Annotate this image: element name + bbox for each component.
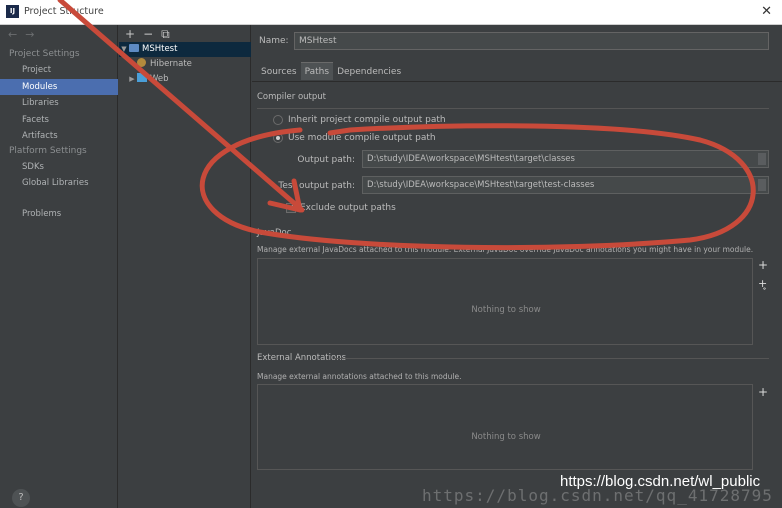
paths-panel: Compiler output Inherit project compile …: [252, 81, 782, 508]
add-icon[interactable]: +: [125, 27, 135, 41]
sidebar-item-libraries[interactable]: Libraries: [0, 95, 118, 111]
back-arrow-icon[interactable]: ←: [8, 28, 17, 41]
collapse-arrow-icon[interactable]: ▶: [127, 72, 137, 87]
tab-paths[interactable]: Paths: [300, 62, 334, 80]
settings-sidebar: ← → Project Settings Project Modules Libr…: [0, 25, 118, 508]
output-path-value: D:\study\IDEA\workspace\MSHtest\target\c…: [367, 154, 575, 164]
sidebar-item-facets[interactable]: Facets: [0, 112, 118, 128]
module-name-field[interactable]: MSHtest: [294, 32, 769, 50]
tree-item-label: MSHtest: [142, 44, 178, 54]
test-output-path-label: Test output path:: [278, 181, 355, 191]
project-settings-header: Project Settings: [9, 49, 80, 59]
exclude-output-checkbox[interactable]: ✓: [286, 203, 296, 213]
editor-tabs: Sources Paths Dependencies: [257, 62, 405, 80]
help-button[interactable]: ?: [12, 489, 30, 507]
platform-settings-header: Platform Settings: [9, 146, 87, 156]
compiler-output-title: Compiler output: [257, 92, 326, 102]
tree-item-module[interactable]: ▼ MSHtest: [119, 42, 251, 57]
module-folder-icon: [129, 44, 139, 52]
external-annotations-empty-text: Nothing to show: [471, 432, 541, 442]
tree-item-label: Hibernate: [150, 59, 192, 69]
tree-item-label: Web: [150, 74, 169, 84]
web-icon: [137, 73, 147, 82]
history-nav: ← →: [8, 28, 42, 41]
sidebar-item-sdks[interactable]: SDKs: [0, 159, 118, 175]
javadoc-empty-text: Nothing to show: [471, 305, 541, 315]
inherit-path-radio[interactable]: [273, 115, 283, 125]
output-path-field[interactable]: D:\study\IDEA\workspace\MSHtest\target\c…: [362, 150, 769, 168]
add-annotation-icon[interactable]: +: [758, 386, 768, 398]
close-icon[interactable]: ✕: [761, 4, 772, 20]
external-annotations-divider: [334, 358, 769, 359]
javadoc-list[interactable]: Nothing to show: [257, 258, 753, 345]
blog-url-text: https://blog.csdn.net/wl_public: [560, 473, 761, 490]
external-annotations-description: Manage external annotations attached to …: [257, 372, 462, 381]
sidebar-item-project[interactable]: Project: [0, 62, 118, 78]
exclude-output-label[interactable]: Exclude output paths: [300, 203, 396, 213]
compiler-output-divider: [257, 108, 769, 109]
tab-sources[interactable]: Sources: [257, 63, 301, 81]
copy-icon[interactable]: ⧉: [161, 27, 170, 41]
javadoc-title: JavaDoc: [257, 228, 292, 238]
intellij-app-icon: IJ: [6, 5, 19, 18]
tree-toolbar: + − ⧉: [125, 27, 178, 42]
sidebar-item-global-libraries[interactable]: Global Libraries: [0, 175, 118, 191]
sidebar-item-artifacts[interactable]: Artifacts: [0, 128, 118, 144]
external-annotations-title: External Annotations: [257, 353, 347, 363]
hibernate-icon: [137, 58, 146, 67]
javadoc-description: Manage external JavaDocs attached to thi…: [257, 245, 754, 254]
window-title: Project Structure: [24, 6, 104, 17]
use-module-path-label[interactable]: Use module compile output path: [288, 133, 436, 143]
module-tree-panel: + − ⧉ ▼ MSHtest Hibernate ▶ Web: [119, 25, 251, 508]
browse-folder-icon[interactable]: [758, 153, 766, 165]
test-output-path-value: D:\study\IDEA\workspace\MSHtest\target\t…: [367, 180, 595, 190]
browse-folder-icon[interactable]: [758, 179, 766, 191]
forward-arrow-icon[interactable]: →: [25, 28, 34, 41]
inherit-path-label[interactable]: Inherit project compile output path: [288, 115, 446, 125]
module-editor: Name: MSHtest Sources Paths Dependencies C…: [252, 25, 782, 508]
name-label: Name:: [259, 36, 289, 46]
remove-icon[interactable]: −: [143, 27, 153, 41]
sidebar-item-modules[interactable]: Modules: [0, 79, 118, 95]
add-javadoc-icon[interactable]: +: [758, 259, 768, 271]
external-annotations-list[interactable]: Nothing to show: [257, 384, 753, 470]
tree-item-hibernate[interactable]: Hibernate: [119, 57, 251, 72]
expand-arrow-icon[interactable]: ▼: [119, 42, 129, 57]
test-output-path-field[interactable]: D:\study\IDEA\workspace\MSHtest\target\t…: [362, 176, 769, 194]
tab-dependencies[interactable]: Dependencies: [333, 63, 405, 81]
use-module-path-radio[interactable]: [273, 133, 283, 143]
sidebar-item-problems[interactable]: Problems: [0, 206, 118, 222]
tree-item-web[interactable]: ▶ Web: [119, 72, 251, 87]
window-titlebar: IJ Project Structure ✕: [0, 0, 782, 25]
output-path-label: Output path:: [297, 155, 355, 165]
add-javadoc-url-icon[interactable]: +̥: [758, 278, 767, 290]
